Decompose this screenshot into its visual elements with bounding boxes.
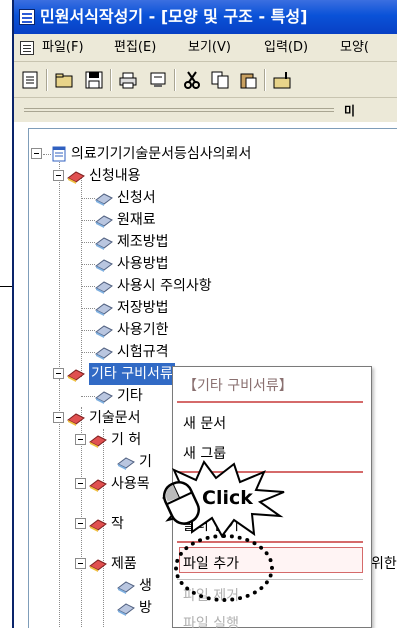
cut-icon[interactable]: [182, 70, 202, 90]
tree-item-label: 생: [139, 578, 152, 594]
book-icon: [67, 413, 85, 426]
subsection-label: 작: [111, 516, 124, 532]
tree-item-label: 시험규격: [117, 344, 169, 360]
book-icon: [67, 171, 85, 184]
subsection-label: 제품: [111, 556, 137, 572]
tree-guide-line: [81, 177, 82, 377]
copy-icon[interactable]: [210, 70, 230, 90]
toolbar-separator: [110, 69, 112, 91]
tree-branch-line: [81, 242, 95, 243]
book-icon: [95, 259, 113, 272]
context-menu-header: 【기타 구비서류】: [183, 378, 293, 394]
tree-branch-line: [81, 308, 95, 309]
book-icon: [117, 581, 135, 594]
toolbar: [14, 62, 397, 98]
collapse-icon[interactable]: [75, 478, 86, 489]
collapse-icon[interactable]: [53, 170, 64, 181]
book-icon: [95, 237, 113, 250]
new-document-icon[interactable]: [20, 70, 40, 90]
document-menu-icon[interactable]: [20, 41, 34, 55]
tree-guide-line: [59, 154, 60, 399]
tree-branch-line: [81, 220, 95, 221]
tree-branch-line: [81, 396, 95, 397]
truncated-item-text: 위한: [371, 556, 397, 572]
collapse-icon[interactable]: [31, 148, 42, 159]
highlight-ring: [174, 534, 274, 602]
open-folder-icon[interactable]: [54, 70, 74, 90]
click-label: Click: [202, 487, 253, 509]
collapse-icon[interactable]: [53, 412, 64, 423]
book-icon: [117, 457, 135, 470]
book-icon: [89, 435, 107, 448]
title-bar[interactable]: 민원서식작성기 - [모양 및 구조 - 특성]: [14, 0, 397, 34]
book-icon: [95, 215, 113, 228]
menu-view[interactable]: 보기(V): [188, 34, 231, 62]
selected-section-label: 기타 구비서류: [89, 363, 175, 385]
tree-item-label: 신청서: [117, 190, 156, 206]
tree-branch-line: [81, 352, 95, 353]
menu-format[interactable]: 모양(: [340, 34, 369, 62]
tree-item-label: 사용기한: [117, 322, 169, 338]
toolbar-separator: [46, 69, 48, 91]
tree-branch-line: [81, 286, 95, 287]
book-icon: [95, 303, 113, 316]
mouse-icon: [162, 480, 200, 525]
menu-bar: 파일(F) 편집(E) 보기(V) 입력(D) 모양(: [14, 34, 397, 62]
tree-item-label: 방: [139, 600, 152, 616]
toolbar-separator: [174, 69, 176, 91]
book-icon: [67, 369, 85, 382]
tree-branch-line: [81, 330, 95, 331]
book-icon: [117, 603, 135, 616]
collapse-icon[interactable]: [53, 368, 64, 379]
tree-item-label: 사용시 주의사항: [117, 278, 212, 294]
document-sheet-icon: [52, 146, 66, 162]
tree-item-label: 저장방법: [117, 300, 169, 316]
book-icon: [95, 281, 113, 294]
paste-icon[interactable]: [238, 70, 258, 90]
tree-branch-line: [81, 264, 95, 265]
section-label: 기술문서: [89, 410, 141, 426]
properties-icon[interactable]: [272, 70, 292, 90]
collapse-icon[interactable]: [75, 518, 86, 529]
menu-item-run-file: 파일 실행: [183, 616, 239, 628]
menu-insert[interactable]: 입력(D): [264, 34, 308, 62]
menu-file[interactable]: 파일(F): [42, 34, 84, 62]
app-window: 민원서식작성기 - [모양 및 구조 - 특성] 파일(F) 편집(E) 보기(…: [12, 0, 397, 628]
toolbar-separator: [264, 69, 266, 91]
book-icon: [89, 479, 107, 492]
menu-edit[interactable]: 편집(E): [114, 34, 156, 62]
splitter-bar[interactable]: 미: [14, 98, 397, 122]
book-icon: [95, 325, 113, 338]
book-icon: [89, 559, 107, 572]
book-icon: [95, 347, 113, 360]
book-icon: [89, 519, 107, 532]
collapse-icon[interactable]: [75, 434, 86, 445]
tree-branch-line: [81, 198, 95, 199]
book-icon: [95, 193, 113, 206]
tree-item-label: 제조방법: [117, 234, 169, 250]
print-icon[interactable]: [118, 70, 138, 90]
splitter-grip[interactable]: [24, 108, 334, 112]
tree-branch-line: [43, 154, 51, 155]
window-title: 민원서식작성기 - [모양 및 구조 - 특성]: [40, 7, 308, 26]
save-icon[interactable]: [84, 70, 104, 90]
tree-root-label: 의료기기기술문서등심사의뢰서: [71, 146, 252, 162]
app-icon: [19, 9, 35, 25]
tree-item-label: 기타: [117, 388, 143, 404]
tree-item-label: 사용방법: [117, 256, 169, 272]
book-icon: [95, 391, 113, 404]
splitter-trailing-text: 미: [344, 104, 356, 118]
menu-separator: [177, 401, 363, 403]
tree-item-label: 원재료: [117, 212, 156, 228]
section-label: 신청내용: [89, 168, 141, 184]
menu-item-new-document[interactable]: 새 문서: [183, 413, 226, 433]
collapse-icon[interactable]: [75, 558, 86, 569]
preview-icon[interactable]: [148, 70, 168, 90]
subsection-label: 기 허: [111, 432, 142, 448]
